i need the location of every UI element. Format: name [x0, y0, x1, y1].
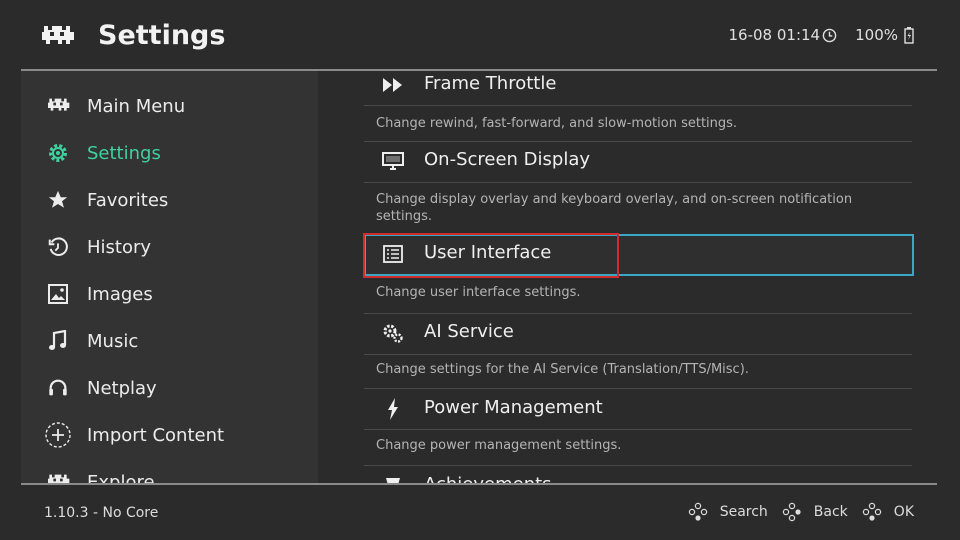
entry-description: Change power management settings. — [376, 438, 622, 453]
music-note-icon — [43, 326, 73, 356]
gamepad-buttons-icon — [688, 502, 707, 521]
header-bar: Settings 16-08 01:14 100% — [0, 0, 960, 70]
entry-description: Change user interface settings. — [376, 285, 581, 300]
entry-achievements[interactable]: Achievements — [364, 468, 912, 483]
entry-label: AI Service — [424, 321, 514, 342]
gamepad-buttons-icon — [862, 502, 881, 521]
sidebar-item-label: Netplay — [87, 377, 157, 399]
battery-text: 100% — [855, 26, 898, 44]
sidebar-item-main-menu[interactable]: Main Menu — [21, 88, 318, 124]
monitor-icon — [380, 148, 406, 174]
invader-icon — [43, 91, 73, 121]
entry-frame-throttle[interactable]: Frame Throttle — [364, 71, 912, 107]
gamepad-buttons-icon — [782, 502, 801, 522]
entry-ai-service[interactable]: AI Service — [364, 315, 912, 355]
entry-label: On-Screen Display — [424, 149, 591, 170]
divider — [364, 465, 912, 466]
lightning-icon — [380, 396, 406, 422]
divider — [364, 182, 912, 183]
search-action[interactable]: Search — [720, 504, 768, 520]
sidebar-item-label: History — [87, 236, 152, 258]
sidebar-item-label: Images — [87, 283, 153, 305]
divider — [364, 388, 912, 389]
divider — [364, 354, 912, 355]
fast-forward-icon — [380, 72, 406, 98]
gears-icon — [380, 320, 406, 346]
divider — [364, 105, 912, 106]
sidebar-item-label: Favorites — [87, 189, 169, 211]
ok-action[interactable]: OK — [894, 504, 914, 520]
trophy-icon — [380, 473, 406, 483]
sidebar-item-label: Explore — [87, 471, 155, 484]
entry-label: Frame Throttle — [424, 73, 557, 94]
history-icon — [43, 232, 73, 262]
sidebar-item-label: Music — [87, 330, 139, 352]
page-title: Settings — [98, 20, 226, 51]
image-icon — [43, 279, 73, 309]
invader-icon — [43, 467, 73, 483]
divider — [364, 429, 912, 430]
entry-description: Change display overlay and keyboard over… — [376, 192, 853, 224]
divider — [364, 313, 912, 314]
entry-description: Change rewind, fast-forward, and slow-mo… — [376, 116, 738, 131]
headset-icon — [43, 373, 73, 403]
version-text: 1.10.3 - No Core — [44, 505, 159, 521]
sidebar-item-netplay[interactable]: Netplay — [21, 370, 318, 406]
settings-list: Frame Throttle Change rewind, fast-forwa… — [318, 71, 937, 483]
sidebar: Main Menu Settings Favorites History Ima… — [21, 71, 318, 483]
entry-description: Change settings for the AI Service (Tran… — [376, 362, 749, 377]
sidebar-item-label: Settings — [87, 142, 161, 164]
sidebar-item-favorites[interactable]: Favorites — [21, 182, 318, 218]
sidebar-item-history[interactable]: History — [21, 229, 318, 265]
status-area: 16-08 01:14 100% — [729, 24, 914, 46]
sidebar-item-images[interactable]: Images — [21, 276, 318, 312]
sidebar-item-explore[interactable]: Explore — [21, 464, 318, 483]
back-action[interactable]: Back — [814, 504, 848, 520]
entry-power-management[interactable]: Power Management — [364, 391, 912, 431]
star-icon — [43, 185, 73, 215]
entry-on-screen-display[interactable]: On-Screen Display — [364, 143, 912, 183]
battery-icon — [904, 26, 914, 44]
sidebar-item-music[interactable]: Music — [21, 323, 318, 359]
footer-actions: Search Back OK — [688, 502, 914, 522]
annotation-highlight-box — [363, 233, 619, 278]
entry-label: Power Management — [424, 397, 603, 418]
divider — [364, 141, 912, 142]
plus-circle-icon — [43, 420, 73, 450]
retroarch-invader-icon — [42, 26, 74, 44]
entry-label: Achievements — [424, 472, 552, 483]
sidebar-item-import-content[interactable]: Import Content — [21, 417, 318, 453]
datetime-text: 16-08 01:14 — [728, 26, 821, 44]
sidebar-item-label: Import Content — [87, 424, 225, 446]
footer-bar: 1.10.3 - No Core Search Back OK — [0, 485, 960, 540]
sidebar-item-label: Main Menu — [87, 95, 186, 117]
clock-icon — [822, 28, 837, 42]
sidebar-item-settings[interactable]: Settings — [21, 135, 318, 171]
gear-icon — [43, 138, 73, 168]
